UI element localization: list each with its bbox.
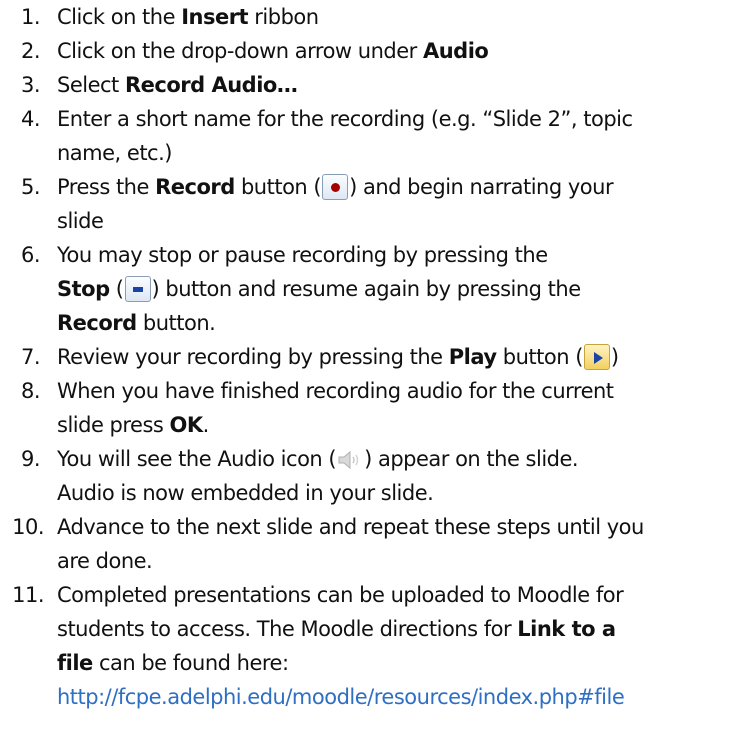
step-number: 9. <box>20 447 41 471</box>
step-text-line-3: Record button. <box>57 311 216 335</box>
step-text-line-1: You will see the Audio icon () appear on… <box>57 447 579 471</box>
step-text: Click on the drop-down arrow under Audio <box>57 39 489 63</box>
step-5: 5. Press the Record button () and begin … <box>0 170 752 238</box>
record-button-icon <box>322 174 349 200</box>
speaker-icon <box>338 450 359 470</box>
step-number: 11. <box>12 583 44 607</box>
moodle-directions-link[interactable]: http://fcpe.adelphi.edu/moodle/resources… <box>57 685 625 709</box>
step-number: 6. <box>20 243 41 267</box>
step-number: 1. <box>20 5 41 29</box>
play-button-icon <box>583 344 610 370</box>
step-text-line-1: You may stop or pause recording by press… <box>57 243 548 267</box>
step-number: 7. <box>20 345 41 369</box>
step-number: 8. <box>20 379 41 403</box>
step-text-line-2: name, etc.) <box>57 141 172 165</box>
step-6: 6. You may stop or pause recording by pr… <box>0 238 752 340</box>
stop-button-icon <box>124 276 151 302</box>
step-text-line-3: file can be found here: <box>57 651 289 675</box>
instructions-document: 1. Click on the Insert ribbon 2. Click o… <box>0 0 752 750</box>
step-text-line-1: Enter a short name for the recording (e.… <box>57 107 633 131</box>
step-text-line-1: Press the Record button () and begin nar… <box>57 174 614 200</box>
step-10: 10. Advance to the next slide and repeat… <box>0 510 752 578</box>
step-text-line-2: Audio is now embedded in your slide. <box>57 481 434 505</box>
step-number: 2. <box>20 39 41 63</box>
step-4: 4. Enter a short name for the recording … <box>0 102 752 170</box>
step-text: Click on the Insert ribbon <box>57 5 319 29</box>
step-8: 8. When you have finished recording audi… <box>0 374 752 442</box>
step-9: 9. You will see the Audio icon () appear… <box>0 442 752 510</box>
step-number: 10. <box>12 515 44 539</box>
steps-list: 1. Click on the Insert ribbon 2. Click o… <box>0 0 752 714</box>
step-number: 4. <box>20 107 41 131</box>
step-number: 3. <box>20 73 41 97</box>
step-text-line-2: slide <box>57 209 104 233</box>
step-7: 7. Review your recording by pressing the… <box>0 340 752 374</box>
step-text-line-2: are done. <box>57 549 153 573</box>
step-text-line-2: Stop () button and resume again by press… <box>57 276 581 302</box>
step-text-line-1: Advance to the next slide and repeat the… <box>57 515 644 539</box>
step-text-line-1: Completed presentations can be uploaded … <box>57 583 624 607</box>
step-1: 1. Click on the Insert ribbon <box>0 0 752 34</box>
step-text: Select Record Audio… <box>57 73 298 97</box>
step-3: 3. Select Record Audio… <box>0 68 752 102</box>
step-2: 2. Click on the drop-down arrow under Au… <box>0 34 752 68</box>
step-number: 5. <box>20 175 41 199</box>
step-text-line-2: students to access. The Moodle direction… <box>57 617 616 641</box>
step-text-line-2: slide press OK. <box>57 413 209 437</box>
step-text: Review your recording by pressing the Pl… <box>57 344 619 370</box>
step-text-line-1: When you have finished recording audio f… <box>57 379 614 403</box>
step-11: 11. Completed presentations can be uploa… <box>0 578 752 714</box>
